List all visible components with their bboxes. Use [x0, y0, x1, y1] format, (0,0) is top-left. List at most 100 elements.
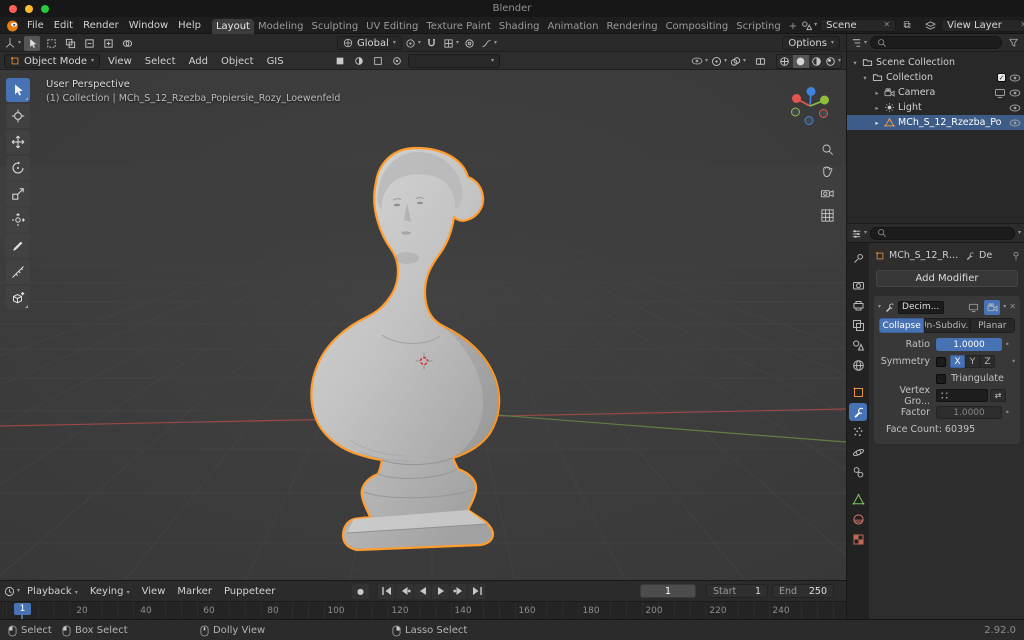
ratio-slider[interactable]: 1.0000 — [936, 338, 1002, 351]
collection-checkbox[interactable]: ✓ — [997, 73, 1006, 82]
add-workspace-button[interactable]: + — [785, 19, 801, 34]
outliner-row-light[interactable]: ▸ Light — [847, 100, 1024, 115]
modifier-name-field[interactable]: Decim... — [898, 300, 945, 314]
hide-eye-icon[interactable] — [1009, 102, 1021, 114]
editor-type-button[interactable]: ▾ — [4, 36, 21, 51]
menu-file[interactable]: File — [22, 20, 49, 31]
menu-view-timeline[interactable]: View — [137, 586, 171, 597]
disable-viewport-icon[interactable] — [994, 87, 1006, 99]
tab-tool-icon[interactable] — [849, 249, 867, 267]
tab-sculpting[interactable]: Sculpting — [307, 19, 362, 34]
ortho-toggle-icon[interactable] — [818, 206, 836, 224]
jump-to-end-button[interactable] — [468, 583, 485, 599]
collapse-panel-icon[interactable]: ▾ — [878, 304, 881, 310]
tab-object-icon[interactable] — [849, 383, 867, 401]
hide-eye-icon[interactable] — [1009, 117, 1021, 129]
tab-texture-paint[interactable]: Texture Paint — [422, 19, 495, 34]
camera-view-icon[interactable] — [818, 184, 836, 202]
menu-puppeteer[interactable]: Puppeteer — [219, 586, 280, 597]
navigation-gizmo[interactable] — [788, 84, 832, 128]
tool-scale[interactable] — [6, 182, 30, 206]
tab-unsubdivide[interactable]: Un-Subdiv... — [924, 318, 970, 333]
select-mode-subtract-icon[interactable] — [81, 36, 97, 51]
object-visibility-dropdown[interactable]: ▾ — [691, 54, 708, 69]
tab-animation[interactable]: Animation — [544, 19, 603, 34]
modifier-extras-dropdown-icon[interactable]: ▾ — [1003, 304, 1006, 310]
menu-marker[interactable]: Marker — [172, 586, 217, 597]
jump-to-start-button[interactable] — [378, 583, 395, 599]
display-toggle-2-icon[interactable] — [351, 54, 367, 69]
active-tool-icon[interactable] — [24, 35, 41, 51]
start-frame-field[interactable]: Start 1 — [706, 584, 768, 598]
blender-logo-icon[interactable] — [5, 18, 20, 33]
select-mode-invert-icon[interactable] — [100, 36, 116, 51]
expand-icon[interactable]: ▸ — [873, 104, 881, 112]
play-reverse-button[interactable] — [414, 583, 431, 599]
tab-scene-icon[interactable] — [849, 336, 867, 354]
transform-orientation-dropdown[interactable]: Global ▾ — [337, 36, 402, 50]
view-layer-field[interactable]: View Layer ✕ — [941, 18, 1024, 32]
outliner-row-scene-collection[interactable]: ▾ Scene Collection — [847, 55, 1024, 70]
menu-keying[interactable]: Keying ▾ — [85, 586, 135, 597]
properties-editor-type-button[interactable]: ▾ — [851, 226, 867, 241]
tab-constraints-icon[interactable] — [849, 463, 867, 481]
menu-window[interactable]: Window — [124, 20, 173, 31]
timeline-editor-type-button[interactable]: ▾ — [4, 584, 20, 599]
scene-browse-button[interactable]: ▾ — [801, 18, 817, 33]
shading-wireframe-icon[interactable] — [777, 55, 793, 68]
close-window-icon[interactable] — [9, 5, 17, 13]
tab-particles-icon[interactable] — [849, 423, 867, 441]
snap-settings-dropdown[interactable]: ▾ — [443, 36, 459, 51]
current-frame-field[interactable]: 1 — [640, 584, 696, 598]
menu-view[interactable]: View — [103, 56, 137, 67]
tab-rendering[interactable]: Rendering — [602, 19, 661, 34]
axis-y-button[interactable]: Y — [965, 355, 980, 368]
outliner-search-input[interactable] — [870, 36, 1002, 49]
tool-move[interactable] — [6, 130, 30, 154]
display-render-toggle-icon[interactable] — [984, 299, 1001, 315]
display-options-dropdown[interactable]: ▾ — [408, 54, 500, 68]
display-toggle-3-icon[interactable] — [370, 54, 386, 69]
pin-icon[interactable] — [1011, 251, 1021, 261]
display-realtime-toggle-icon[interactable] — [965, 300, 981, 315]
expand-icon[interactable]: ▾ — [861, 74, 869, 82]
zoom-window-icon[interactable] — [41, 5, 49, 13]
tab-physics-icon[interactable] — [849, 443, 867, 461]
tab-material-icon[interactable] — [849, 510, 867, 528]
outliner-row-collection[interactable]: ▾ Collection ✓ — [847, 70, 1024, 85]
tab-scripting[interactable]: Scripting — [732, 19, 784, 34]
new-scene-button[interactable]: ⧉ — [899, 18, 915, 33]
vertex-group-field[interactable] — [936, 389, 988, 402]
display-toggle-1-icon[interactable] — [332, 54, 348, 69]
minimize-window-icon[interactable] — [25, 5, 33, 13]
tab-world-icon[interactable] — [849, 356, 867, 374]
tab-shading[interactable]: Shading — [495, 19, 544, 34]
select-mode-intersect-icon[interactable] — [119, 36, 135, 51]
hide-eye-icon[interactable] — [1009, 87, 1021, 99]
tool-annotate[interactable] — [6, 234, 30, 258]
tab-collapse[interactable]: Collapse — [879, 318, 925, 333]
shading-rendered-icon[interactable]: ▾ — [825, 55, 841, 68]
menu-render[interactable]: Render — [78, 20, 124, 31]
select-mode-replace-icon[interactable] — [43, 36, 59, 51]
select-mode-extend-icon[interactable] — [62, 36, 78, 51]
tab-compositing[interactable]: Compositing — [662, 19, 733, 34]
outliner-editor-type-button[interactable]: ▾ — [851, 35, 867, 50]
tool-add-cube[interactable] — [6, 286, 30, 310]
auto-keying-button[interactable]: ● — [352, 583, 369, 599]
viewport-canvas[interactable]: User Perspective (1) Collection | MCh_S_… — [0, 70, 846, 580]
animate-decorator-icon[interactable]: • — [1005, 408, 1010, 417]
tab-modifiers-icon[interactable] — [849, 403, 867, 421]
tab-layout[interactable]: Layout — [211, 18, 254, 34]
axis-x-button[interactable]: X — [950, 355, 965, 368]
shading-solid-icon[interactable] — [792, 54, 809, 68]
outliner-row-camera[interactable]: ▸ Camera — [847, 85, 1024, 100]
tool-rotate[interactable] — [6, 156, 30, 180]
prev-keyframe-button[interactable] — [396, 583, 413, 599]
expand-icon[interactable]: ▾ — [851, 59, 859, 67]
animate-decorator-icon[interactable]: • — [1011, 357, 1016, 366]
animate-decorator-icon[interactable]: • — [1005, 340, 1010, 349]
expand-icon[interactable]: ▸ — [873, 119, 881, 127]
overlays-dropdown[interactable]: ▾ — [730, 54, 746, 69]
tab-planar[interactable]: Planar — [969, 318, 1015, 333]
